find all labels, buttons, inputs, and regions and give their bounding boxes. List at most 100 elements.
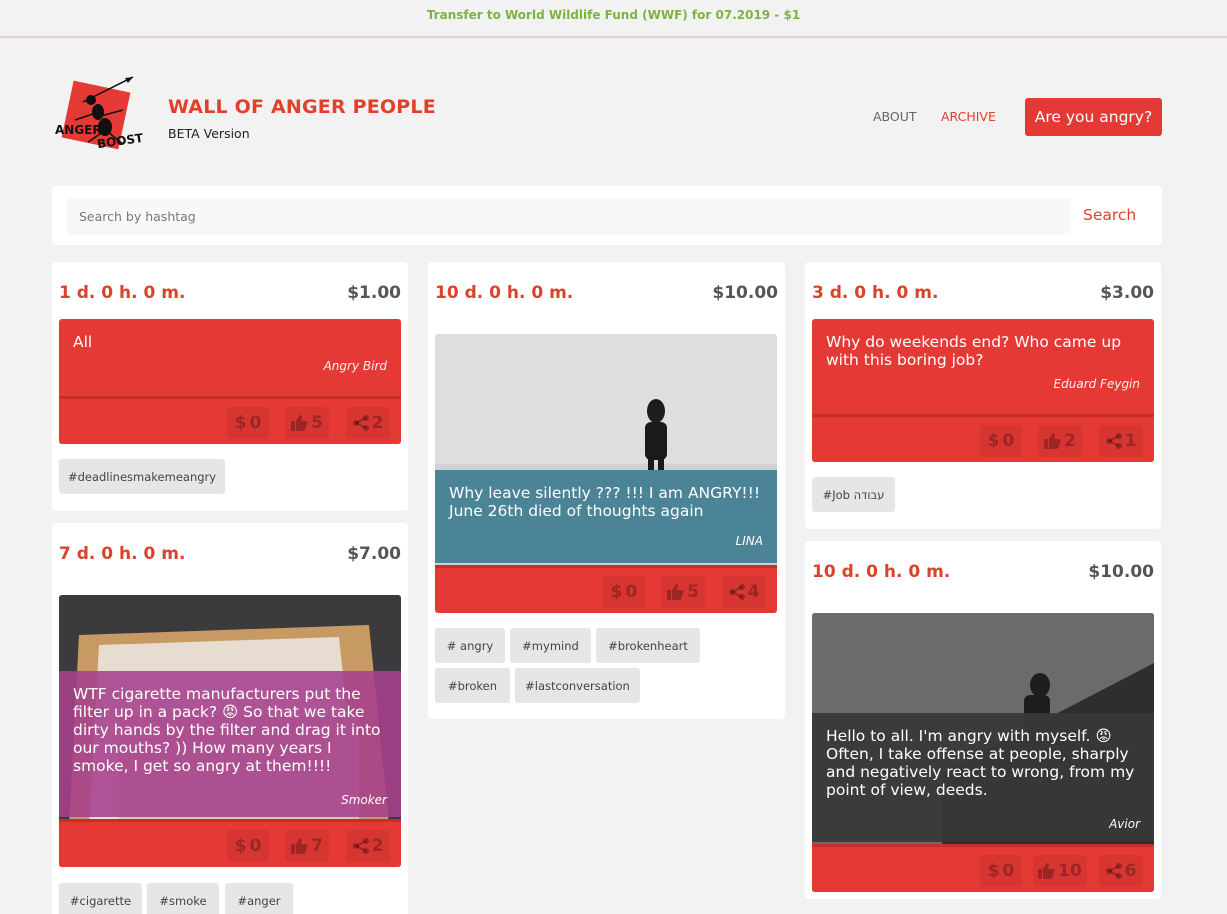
share-count: 2 <box>371 413 384 433</box>
donate-count: 0 <box>1002 431 1015 451</box>
dollar-icon: $ <box>987 861 1000 881</box>
share-button[interactable]: 1 <box>1099 425 1143 457</box>
site-title: WALL OF ANGER PEOPLE <box>168 96 436 118</box>
card-timer: 7 d. 0 h. 0 m. <box>59 544 186 564</box>
dollar-icon: $ <box>234 836 247 856</box>
share-icon <box>1105 863 1122 879</box>
donation-banner: Transfer to World Wildlife Fund (WWF) fo… <box>0 0 1227 38</box>
hashtag[interactable]: #lastconversation <box>515 668 640 703</box>
post-message: Hello to all. I'm angry with myself. 😡 O… <box>826 727 1135 799</box>
post-author: Eduard Feygin <box>1053 377 1140 391</box>
post-actions: $0 5 2 <box>59 396 401 444</box>
hashtag[interactable]: #cigarette <box>59 883 142 914</box>
post-overlay: Why leave silently ??? !!! I am ANGRY!!!… <box>435 470 777 563</box>
like-button[interactable]: 5 <box>661 576 705 608</box>
card-timer: 10 d. 0 h. 0 m. <box>812 562 951 582</box>
thumbs-up-icon <box>1044 433 1061 449</box>
share-count: 2 <box>371 836 384 856</box>
post-overlay: Hello to all. I'm angry with myself. 😡 O… <box>812 713 1154 842</box>
post-overlay: WTF cigarette manufacturers put the filt… <box>59 671 401 817</box>
hashtag[interactable]: #brokenheart <box>596 628 700 663</box>
share-button[interactable]: 4 <box>722 576 766 608</box>
hashtag[interactable]: #deadlinesmakemeangry <box>59 459 225 494</box>
post-message: Why leave silently ??? !!! I am ANGRY!!!… <box>449 484 761 520</box>
hashtag[interactable]: #anger <box>225 883 293 914</box>
nav-about-link[interactable]: ABOUT <box>873 109 917 124</box>
share-icon <box>1105 433 1122 449</box>
card-timer: 3 d. 0 h. 0 m. <box>812 283 939 303</box>
donate-count: 0 <box>249 836 262 856</box>
donate-count: 0 <box>249 413 262 433</box>
like-button[interactable]: 5 <box>285 407 329 439</box>
like-count: 7 <box>311 836 323 856</box>
nav-archive-link[interactable]: ARCHIVE <box>941 109 996 124</box>
hashtag[interactable]: #Job עבודה <box>812 477 895 512</box>
svg-text:ANGER: ANGER <box>55 123 102 137</box>
anger-card: 3 d. 0 h. 0 m. $3.00 Why do weekends end… <box>805 262 1161 529</box>
post-message: WTF cigarette manufacturers put the filt… <box>73 685 381 775</box>
like-count: 5 <box>311 413 323 433</box>
are-you-angry-button[interactable]: Are you angry? <box>1025 98 1162 136</box>
card-amount: $3.00 <box>1100 283 1154 303</box>
hashtag[interactable]: # angry <box>435 628 505 663</box>
anger-post[interactable]: Hello to all. I'm angry with myself. 😡 O… <box>812 613 1154 892</box>
search-panel: Search <box>52 186 1162 245</box>
donate-count: 0 <box>1002 861 1015 881</box>
donate-button[interactable]: $0 <box>980 425 1022 457</box>
post-author: Avior <box>1109 817 1140 831</box>
share-icon <box>352 415 369 431</box>
share-count: 6 <box>1124 861 1137 881</box>
dollar-icon: $ <box>987 431 1000 451</box>
post-actions: $0 10 6 <box>812 844 1154 892</box>
anger-post[interactable]: WTF cigarette manufacturers put the filt… <box>59 595 401 867</box>
dollar-icon: $ <box>234 413 247 433</box>
anger-card: 10 d. 0 h. 0 m. $10.00 Why leave silentl… <box>428 262 785 719</box>
share-icon <box>728 584 745 600</box>
post-message: All <box>73 333 93 351</box>
site-subtitle: BETA Version <box>168 126 250 141</box>
share-button[interactable]: 6 <box>1099 855 1143 887</box>
card-amount: $10.00 <box>712 283 778 303</box>
share-button[interactable]: 2 <box>346 830 390 862</box>
donate-button[interactable]: $0 <box>980 855 1022 887</box>
hashtag[interactable]: #broken <box>435 668 510 703</box>
like-button[interactable]: 10 <box>1033 855 1087 887</box>
card-amount: $7.00 <box>347 544 401 564</box>
hashtag[interactable]: #mymind <box>510 628 591 663</box>
donate-count: 0 <box>625 582 638 602</box>
donate-button[interactable]: $0 <box>227 407 269 439</box>
thumbs-up-icon <box>667 584 684 600</box>
post-actions: $0 2 1 <box>812 414 1154 462</box>
post-author: LINA <box>735 534 763 548</box>
like-button[interactable]: 2 <box>1038 425 1082 457</box>
card-amount: $10.00 <box>1088 562 1154 582</box>
post-author: Angry Bird <box>323 359 387 373</box>
like-button[interactable]: 7 <box>285 830 329 862</box>
donate-button[interactable]: $0 <box>227 830 269 862</box>
anger-card: 10 d. 0 h. 0 m. $10.00 Hello to all. I'm… <box>805 541 1161 899</box>
anger-card: 7 d. 0 h. 0 m. $7.00 WTF cigarette manuf… <box>52 523 408 914</box>
anger-boost-logo[interactable]: ANGER BOOST <box>53 72 153 154</box>
thumbs-up-icon <box>291 415 308 431</box>
card-timer: 10 d. 0 h. 0 m. <box>435 283 574 303</box>
donate-button[interactable]: $0 <box>603 576 645 608</box>
card-timer: 1 d. 0 h. 0 m. <box>59 283 186 303</box>
post-message: Why do weekends end? Who came up with th… <box>826 333 1122 369</box>
share-button[interactable]: 2 <box>346 407 390 439</box>
search-button[interactable]: Search <box>1083 206 1136 224</box>
like-count: 5 <box>687 582 699 602</box>
anger-post[interactable]: Why leave silently ??? !!! I am ANGRY!!!… <box>435 334 777 613</box>
post-author: Smoker <box>341 793 387 807</box>
hashtag-search-input[interactable] <box>67 198 1071 235</box>
thumbs-up-icon <box>1038 863 1055 879</box>
card-amount: $1.00 <box>347 283 401 303</box>
anger-post[interactable]: Why do weekends end? Who came up with th… <box>812 319 1154 462</box>
like-count: 10 <box>1058 861 1082 881</box>
anger-post[interactable]: All Angry Bird $0 5 2 <box>59 319 401 444</box>
hashtag[interactable]: #smoke <box>147 883 219 914</box>
anger-card: 1 d. 0 h. 0 m. $1.00 All Angry Bird $0 5… <box>52 262 408 511</box>
banner-text: Transfer to World Wildlife Fund (WWF) fo… <box>426 8 801 22</box>
share-count: 4 <box>747 582 760 602</box>
dollar-icon: $ <box>610 582 623 602</box>
thumbs-up-icon <box>291 838 308 854</box>
